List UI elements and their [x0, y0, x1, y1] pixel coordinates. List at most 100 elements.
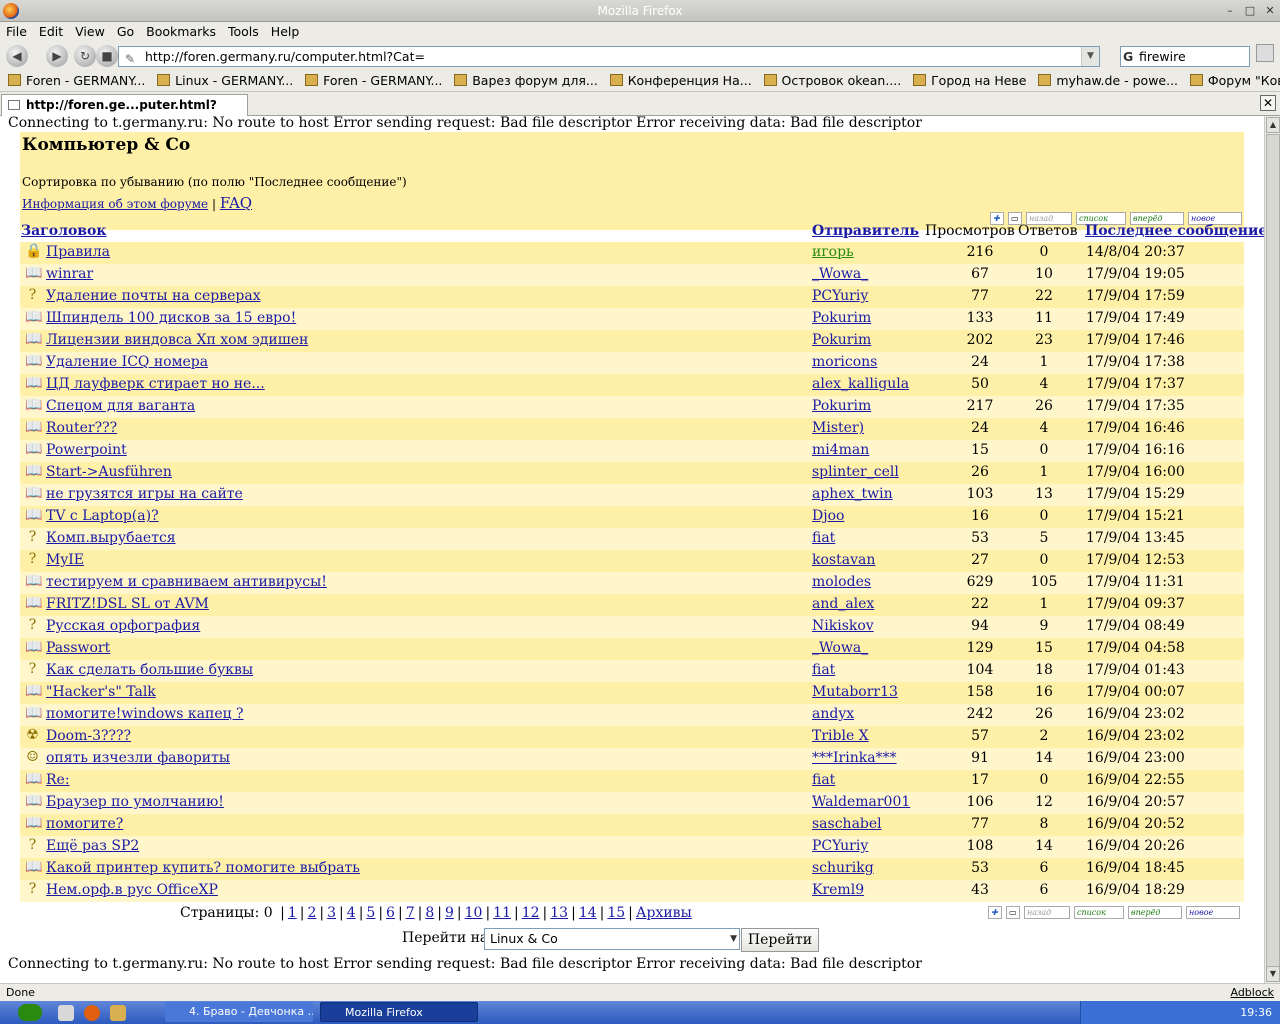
menu-help[interactable]: Help [271, 24, 300, 39]
thread-author-link[interactable]: Kreml9 [812, 882, 864, 898]
close-tab-icon[interactable]: ✕ [1260, 95, 1276, 111]
maximize-icon[interactable]: □ [1242, 3, 1258, 18]
page-link[interactable]: 6 [386, 905, 395, 921]
minimize-icon[interactable]: – [1222, 3, 1238, 18]
thread-author-link[interactable]: fiat [812, 772, 835, 788]
page-link[interactable]: 12 [522, 905, 540, 921]
thread-title-link[interactable]: Лицензии виндовса Хп хом эдишен [46, 332, 308, 348]
next-button[interactable]: вперёд [1128, 906, 1182, 919]
page-link[interactable]: 13 [550, 905, 568, 921]
thread-author-link[interactable]: saschabel [812, 816, 882, 832]
bookmark-item[interactable]: Город на Неве [913, 70, 1027, 91]
menu-file[interactable]: File [6, 24, 27, 39]
thread-title-link[interactable]: Powerpoint [46, 442, 127, 458]
thread-title-link[interactable]: Русская орфография [46, 618, 200, 634]
thread-author-link[interactable]: alex_kalligula [812, 376, 909, 392]
prev-button[interactable]: назад [1024, 906, 1070, 919]
thread-title-link[interactable]: Re: [46, 772, 70, 788]
thread-title-link[interactable]: тестируем и сравниваем антивирусы! [46, 574, 327, 590]
thread-title-link[interactable]: Какой принтер купить? помогите выбрать [46, 860, 360, 876]
thread-author-link[interactable]: PCYuriy [812, 838, 868, 854]
page-link[interactable]: 11 [493, 905, 511, 921]
thread-title-link[interactable]: Ещё раз SP2 [46, 838, 139, 854]
thread-author-link[interactable]: Mutaborr13 [812, 684, 898, 700]
thread-title-link[interactable]: не грузятся игры на сайте [46, 486, 243, 502]
thread-author-link[interactable]: ***Irinka*** [812, 750, 897, 766]
thread-title-link[interactable]: Как сделать большие буквы [46, 662, 253, 678]
thread-title-link[interactable]: MyIE [46, 552, 84, 568]
menu-edit[interactable]: Edit [39, 24, 63, 39]
bookmark-item[interactable]: Форум "Ковчег У... [1189, 70, 1280, 91]
thread-author-link[interactable]: and_alex [812, 596, 874, 612]
menu-go[interactable]: Go [117, 24, 134, 39]
reload-icon[interactable]: ↻ [74, 45, 96, 67]
thread-author-link[interactable]: Djoo [812, 508, 844, 524]
thread-author-link[interactable]: Waldemar001 [812, 794, 910, 810]
vertical-scrollbar[interactable]: ▲ ▼ [1264, 116, 1280, 983]
thread-author-link[interactable]: игорь [812, 244, 854, 260]
page-link[interactable]: 5 [366, 905, 375, 921]
page-link[interactable]: 3 [327, 905, 336, 921]
thread-author-link[interactable]: splinter_cell [812, 464, 899, 480]
archive-link[interactable]: Архивы [636, 905, 692, 921]
page-link[interactable]: 14 [579, 905, 597, 921]
thread-title-link[interactable]: Правила [46, 244, 110, 260]
bookmark-item[interactable]: Linux - GERMANY... [157, 70, 293, 91]
thread-title-link[interactable]: "Hacker's" Talk [46, 684, 156, 700]
thread-author-link[interactable]: fiat [812, 662, 835, 678]
thread-title-link[interactable]: Спецом для ваганта [46, 398, 195, 414]
quicklaunch-icon[interactable] [58, 1005, 74, 1021]
thread-author-link[interactable]: _Wowa_ [812, 640, 868, 656]
forum-info-link[interactable]: Информация об этом форуме [22, 197, 208, 211]
bookmark-item[interactable]: myhaw.de - powe... [1038, 70, 1178, 91]
page-link[interactable]: 9 [445, 905, 454, 921]
thread-title-link[interactable]: Passwort [46, 640, 110, 656]
thread-title-link[interactable]: FRITZ!DSL SL от AVM [46, 596, 209, 612]
forum-select[interactable]: Linux & Co ▼ [484, 928, 740, 950]
thread-title-link[interactable]: Удаление ICQ номера [46, 354, 208, 370]
sort-by-last-link[interactable]: Последнее сообщение [1085, 223, 1264, 239]
tab-forum[interactable]: http://foren.ge...puter.html?Cat= [1, 94, 248, 132]
adblock-button[interactable]: Adblock [1230, 984, 1274, 1002]
url-dropdown-icon[interactable]: ▼ [1081, 47, 1099, 66]
firefox-quicklaunch-icon[interactable] [84, 1005, 100, 1021]
menu-view[interactable]: View [75, 24, 105, 39]
menu-tools[interactable]: Tools [228, 24, 259, 39]
thread-author-link[interactable]: Pokurim [812, 310, 871, 326]
thread-author-link[interactable]: aphex_twin [812, 486, 893, 502]
thread-title-link[interactable]: TV c Laptop(a)? [46, 508, 159, 524]
page-link[interactable]: 4 [347, 905, 356, 921]
thread-title-link[interactable]: помогите!windows капец ? [46, 706, 244, 722]
thread-title-link[interactable]: опять изчезли фавориты [46, 750, 230, 766]
back-icon[interactable]: ◀ [6, 45, 28, 67]
sort-by-author-link[interactable]: Отправитель [812, 223, 919, 239]
add-thread-icon[interactable]: ✚ [988, 906, 1002, 919]
thread-author-link[interactable]: PCYuriy [812, 288, 868, 304]
thread-title-link[interactable]: ЦД лауфверк стирает но не... [46, 376, 265, 392]
bookmark-item[interactable]: Конференция На... [609, 70, 752, 91]
thread-title-link[interactable]: Doom-3???? [46, 728, 131, 744]
thread-author-link[interactable]: Pokurim [812, 398, 871, 414]
thread-author-link[interactable]: molodes [812, 574, 871, 590]
thread-title-link[interactable]: Удаление почты на серверах [46, 288, 261, 304]
list-button[interactable]: список [1074, 906, 1124, 919]
scroll-thumb[interactable] [1266, 134, 1280, 967]
bookmark-item[interactable]: Островок okean.... [763, 70, 901, 91]
forward-icon[interactable]: ▶ [46, 45, 68, 67]
page-link[interactable]: 7 [406, 905, 415, 921]
thread-author-link[interactable]: andyx [812, 706, 854, 722]
new-thread-button[interactable]: новое [1186, 906, 1240, 919]
page-link[interactable]: 2 [307, 905, 316, 921]
bookmark-item[interactable]: Foren - GERMANY... [8, 70, 145, 91]
start-icon[interactable] [18, 1004, 42, 1021]
thread-author-link[interactable]: Nikiskov [812, 618, 874, 634]
thread-title-link[interactable]: Комп.вырубается [46, 530, 176, 546]
thread-author-link[interactable]: kostavan [812, 552, 875, 568]
bookmark-item[interactable]: Foren - GERMANY... [305, 70, 442, 91]
page-link[interactable]: 10 [465, 905, 483, 921]
quicklaunch-icon[interactable] [110, 1005, 126, 1021]
goto-button[interactable]: Перейти [741, 928, 819, 952]
menu-bookmarks[interactable]: Bookmarks [146, 24, 216, 39]
thread-title-link[interactable]: Браузер по умолчанию! [46, 794, 224, 810]
sort-by-title-link[interactable]: Заголовок [21, 223, 106, 239]
